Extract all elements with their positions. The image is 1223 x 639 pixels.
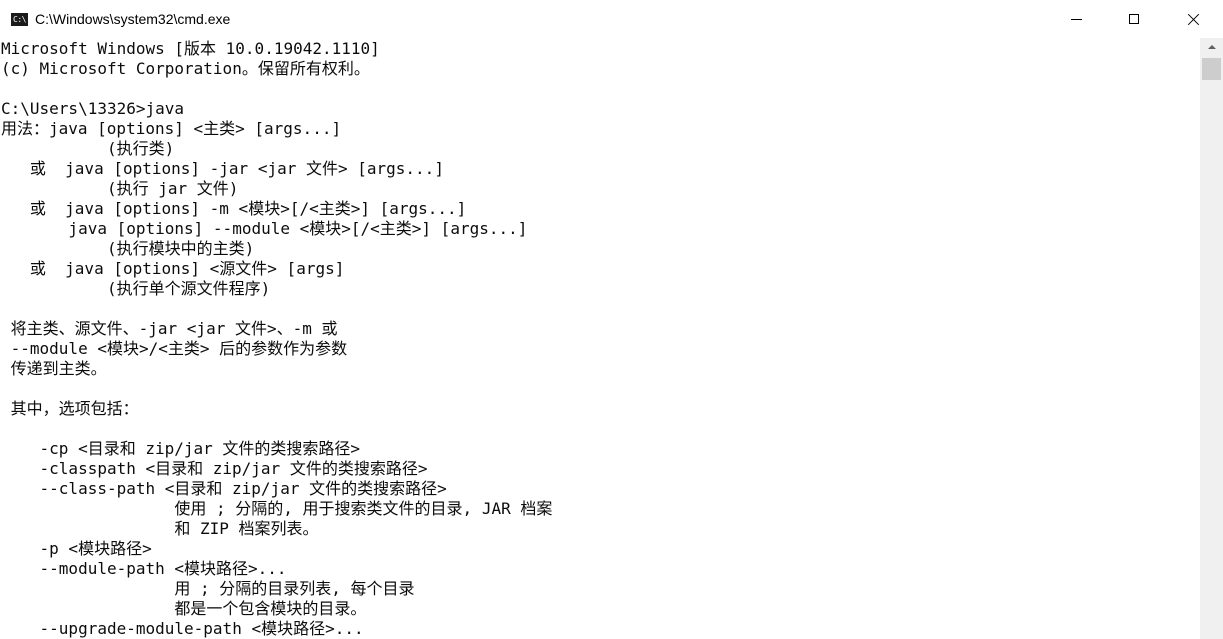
console-output[interactable]: Microsoft Windows [版本 10.0.19042.1110] (c…	[0, 38, 1200, 639]
maximize-button[interactable]	[1105, 0, 1163, 38]
cmd-window: C:\ C:\Windows\system32\cmd.exe Microsof…	[0, 0, 1223, 639]
console-line: 将主类、源文件、-jar <jar 文件>、-m 或	[1, 319, 338, 338]
console-line: --upgrade-module-path <模块路径>...	[1, 619, 364, 638]
close-button[interactable]	[1163, 0, 1223, 38]
minimize-button[interactable]	[1047, 0, 1105, 38]
minimize-icon	[1070, 18, 1082, 20]
console-line: 用法：java [options] <主类> [args...]	[1, 119, 342, 138]
cmd-app-icon[interactable]: C:\	[11, 13, 28, 26]
console-line: 和 ZIP 档案列表。	[1, 519, 319, 538]
console-line: (执行单个源文件程序)	[1, 279, 271, 298]
console-line: --module <模块>/<主类> 后的参数作为参数	[1, 339, 348, 358]
scroll-up-arrow-icon	[1207, 45, 1216, 49]
console-lines: Microsoft Windows [版本 10.0.19042.1110] (c…	[1, 39, 552, 639]
console-line: (执行模块中的主类)	[1, 239, 255, 258]
console-line: java [options] --module <模块>[/<主类>] [arg…	[1, 219, 528, 238]
window-title: C:\Windows\system32\cmd.exe	[35, 11, 231, 27]
scroll-up-button[interactable]	[1200, 38, 1223, 56]
console-line: -classpath <目录和 zip/jar 文件的类搜索路径>	[1, 459, 428, 478]
console-line: Microsoft Windows [版本 10.0.19042.1110]	[1, 39, 380, 58]
console-line: (执行类)	[1, 139, 175, 158]
console-line: 或 java [options] -m <模块>[/<主类>] [args...…	[1, 199, 467, 218]
cmd-app-icon-glyph: C:\	[13, 15, 26, 24]
console-line: 或 java [options] <源文件> [args]	[1, 259, 345, 278]
console-line: -p <模块路径>	[1, 539, 152, 558]
maximize-icon	[1129, 14, 1139, 24]
console-line: 其中，选项包括：	[1, 399, 139, 418]
close-icon	[1187, 13, 1200, 26]
console-line: (c) Microsoft Corporation。保留所有权利。	[1, 59, 370, 78]
console-line: --class-path <目录和 zip/jar 文件的类搜索路径>	[1, 479, 447, 498]
console-line: (执行 jar 文件)	[1, 179, 239, 198]
console-line: 使用 ; 分隔的, 用于搜索类文件的目录, JAR 档案	[1, 499, 553, 518]
console-line: --module-path <模块路径>...	[1, 559, 287, 578]
console-line: 都是一个包含模块的目录。	[1, 599, 367, 618]
console-line: 传递到主类。	[1, 359, 107, 378]
console-line: -cp <目录和 zip/jar 文件的类搜索路径>	[1, 439, 361, 458]
console-line: C:\Users\13326>java	[1, 99, 185, 118]
scroll-thumb[interactable]	[1202, 58, 1221, 80]
console-line: 用 ; 分隔的目录列表, 每个目录	[1, 579, 415, 598]
console-line: 或 java [options] -jar <jar 文件> [args...]	[1, 159, 444, 178]
title-bar[interactable]: C:\ C:\Windows\system32\cmd.exe	[0, 0, 1223, 38]
vertical-scrollbar[interactable]	[1200, 38, 1223, 639]
